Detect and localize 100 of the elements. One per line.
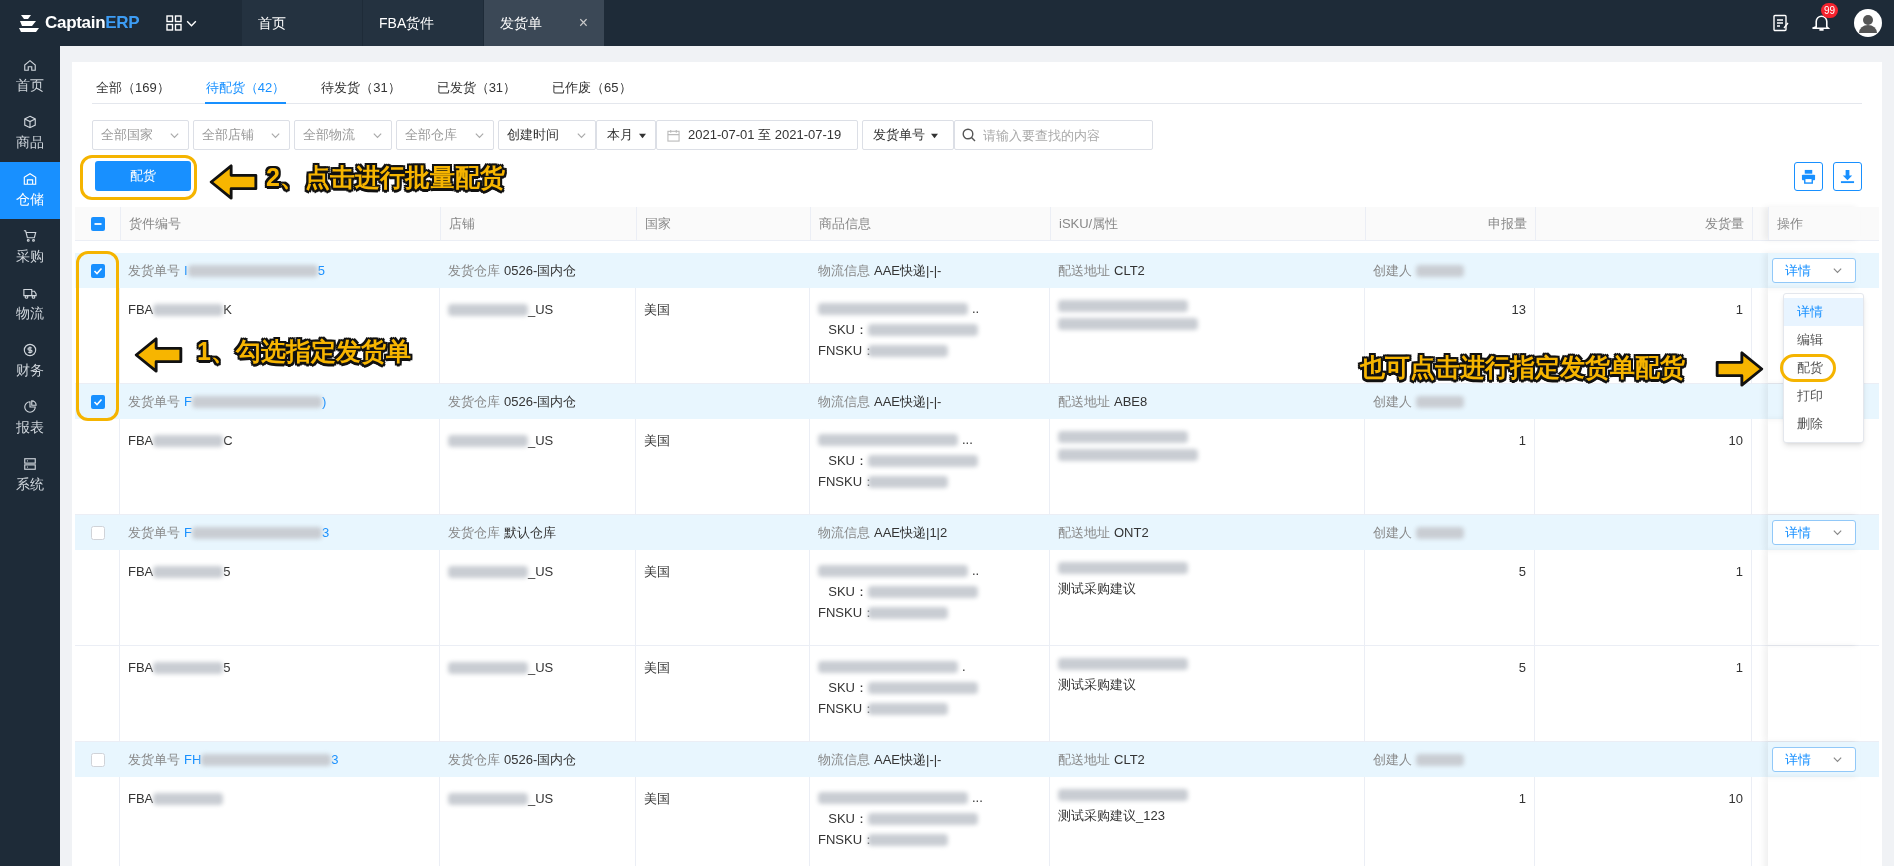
field-label: 发货仓库 bbox=[448, 523, 500, 542]
checkbox[interactable] bbox=[90, 525, 105, 540]
ellipsis-text: .. bbox=[972, 562, 980, 579]
field-value: AAE快递|-|- bbox=[874, 750, 942, 769]
blurred-text bbox=[1416, 526, 1464, 539]
column-header: 商品信息 bbox=[819, 214, 871, 233]
field-label: 发货仓库 bbox=[448, 750, 500, 769]
field-label: 发货仓库 bbox=[448, 392, 500, 411]
notepad-icon[interactable] bbox=[1772, 14, 1790, 32]
fnsku-label: FNSKU： bbox=[818, 831, 868, 848]
date-range-field[interactable]: 2021-07-01 至 2021-07-19 bbox=[656, 120, 858, 150]
page-tab[interactable]: 发货单 × bbox=[484, 0, 604, 46]
field-label: 配送地址 bbox=[1058, 261, 1110, 280]
field-label: 配送地址 bbox=[1058, 523, 1110, 542]
declared-quantity: 5 bbox=[1518, 564, 1526, 579]
callout-arrow-icon bbox=[133, 336, 185, 374]
server-icon bbox=[23, 456, 37, 471]
field-value: AAE快递|-|- bbox=[874, 392, 942, 411]
status-tab[interactable]: 已作废（65） bbox=[551, 74, 633, 104]
apps-menu-button[interactable] bbox=[166, 15, 198, 31]
field-value: AAE快递|1|2 bbox=[874, 523, 948, 542]
field-label: 物流信息 bbox=[818, 523, 870, 542]
sidebar-item[interactable]: 系统 bbox=[0, 447, 60, 504]
menu-item[interactable]: 编辑 bbox=[1784, 326, 1863, 354]
page-tab[interactable]: 首页 bbox=[242, 0, 362, 46]
field-label: 创建人 bbox=[1373, 261, 1412, 280]
column-header: 店铺 bbox=[449, 214, 475, 233]
field-label: 发货单号 bbox=[128, 392, 180, 411]
download-button[interactable] bbox=[1833, 161, 1862, 191]
store-name: _US bbox=[528, 659, 554, 677]
print-button[interactable] bbox=[1794, 161, 1823, 191]
store-name: _US bbox=[528, 301, 554, 319]
blurred-text bbox=[153, 661, 224, 674]
notification-badge: 99 bbox=[1821, 3, 1839, 18]
shipment-id: C bbox=[223, 432, 233, 450]
checkbox[interactable] bbox=[90, 394, 105, 409]
field-label: 发货单号 bbox=[128, 261, 180, 280]
sidebar-item[interactable]: 商品 bbox=[0, 105, 60, 162]
field-value: 默认仓库 bbox=[504, 523, 556, 542]
declared-quantity: 13 bbox=[1511, 302, 1526, 317]
sku-label: SKU： bbox=[827, 321, 868, 338]
blurred-text bbox=[153, 303, 224, 316]
blurred-text bbox=[153, 792, 224, 805]
avatar-icon[interactable] bbox=[1854, 9, 1882, 37]
purchase-note: 测试采购建议 bbox=[1058, 676, 1136, 693]
callout-text: 2、点击进行批量配货 bbox=[266, 162, 505, 193]
filter-dropdown[interactable]: 创建时间 bbox=[498, 120, 596, 150]
blurred-text bbox=[1416, 753, 1464, 766]
filter-dropdown[interactable]: 发货单号 bbox=[862, 120, 954, 150]
download-icon bbox=[1840, 168, 1855, 184]
calendar-icon bbox=[667, 128, 680, 142]
field-value: 0526-国内仓 bbox=[504, 261, 577, 280]
status-tab[interactable]: 全部（169） bbox=[95, 74, 171, 104]
purchase-note: 测试采购建议_123 bbox=[1058, 807, 1165, 824]
menu-item[interactable]: 打印 bbox=[1784, 382, 1863, 410]
checkbox[interactable] bbox=[90, 216, 105, 231]
blurred-text bbox=[1416, 264, 1464, 277]
printer-icon bbox=[1801, 168, 1816, 184]
menu-item[interactable]: 删除 bbox=[1784, 410, 1863, 438]
shipment-id: FBA bbox=[128, 790, 154, 808]
ellipsis-text: .. bbox=[972, 300, 980, 317]
status-tab[interactable]: 已发货（31） bbox=[435, 74, 518, 104]
sidebar-item[interactable]: 报表 bbox=[0, 390, 60, 447]
blurred-text bbox=[153, 434, 224, 447]
close-tab-button[interactable]: × bbox=[578, 11, 588, 35]
pie-chart-icon bbox=[23, 399, 37, 414]
country-name: 美国 bbox=[644, 433, 670, 448]
blurred-text bbox=[1416, 395, 1464, 408]
chevron-down-icon bbox=[1832, 527, 1843, 538]
bell-icon[interactable] bbox=[1812, 13, 1831, 32]
checkbox[interactable] bbox=[90, 263, 105, 278]
sidebar-item[interactable]: 物流 bbox=[0, 276, 60, 333]
shipped-quantity: 1 bbox=[1735, 660, 1743, 675]
checkbox[interactable] bbox=[90, 752, 105, 767]
callout-text: 1、勾选指定发货单 bbox=[197, 336, 411, 367]
field-label: 物流信息 bbox=[818, 750, 870, 769]
home-icon bbox=[23, 57, 37, 72]
page-tab[interactable]: FBA货件 bbox=[363, 0, 483, 46]
shipped-quantity: 1 bbox=[1735, 302, 1743, 317]
declared-quantity: 1 bbox=[1518, 791, 1526, 806]
blurred-text bbox=[153, 565, 224, 578]
field-value: CLT2 bbox=[1114, 261, 1145, 280]
sidebar-item[interactable]: 财务 bbox=[0, 333, 60, 390]
status-tab[interactable]: 待发货（31） bbox=[320, 74, 402, 104]
search-field[interactable]: 请输入要查找的内容 bbox=[954, 120, 1153, 150]
shipment-id: FBA bbox=[128, 432, 154, 450]
column-header: 国家 bbox=[645, 214, 671, 233]
sku-label: SKU： bbox=[827, 679, 868, 696]
sidebar-item[interactable]: 首页 bbox=[0, 48, 60, 105]
field-label: 配送地址 bbox=[1058, 392, 1110, 411]
column-header: 发货量 bbox=[1705, 214, 1744, 233]
menu-item[interactable]: 配货 bbox=[1780, 354, 1836, 382]
house-icon bbox=[23, 171, 37, 186]
filter-dropdown[interactable]: 本月 bbox=[596, 120, 656, 150]
field-value: 0526-国内仓 bbox=[504, 392, 577, 411]
ship-logo-icon bbox=[18, 13, 40, 33]
shipment-id: K bbox=[223, 301, 232, 319]
column-header: 操作 bbox=[1777, 214, 1803, 233]
declared-quantity: 5 bbox=[1518, 660, 1526, 675]
sidebar-item[interactable]: 采购 bbox=[0, 219, 60, 276]
